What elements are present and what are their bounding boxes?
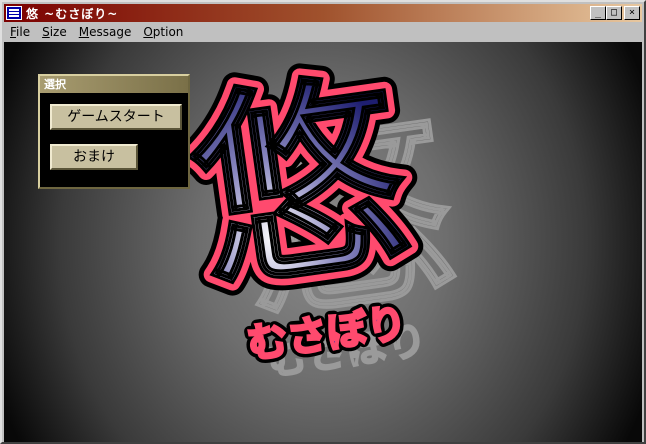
title-bar[interactable]: 悠 ~むさぼり~ _ □ × [4,4,642,22]
menu-bar: File Size Message Option [4,22,642,41]
window-controls: _ □ × [590,6,640,20]
window-title: 悠 ~むさぼり~ [26,6,119,21]
menu-file[interactable]: File [4,25,36,39]
menu-size[interactable]: Size [36,25,73,39]
app-icon[interactable] [6,6,22,20]
menu-message[interactable]: Message [73,25,138,39]
game-canvas: 悠 悠 悠 悠 むさぼり むさぼり むさぼり 選択 ゲームスタート おまけ [4,42,642,442]
maximize-button[interactable]: □ [606,6,622,20]
menu-option[interactable]: Option [137,25,189,39]
panel-title: 選択 [40,76,188,93]
minimize-button[interactable]: _ [590,6,606,20]
selection-panel: 選択 ゲームスタート おまけ [38,74,190,189]
logo-kanji: 悠 [178,47,421,321]
main-window: 悠 ~むさぼり~ _ □ × File Size Message Option … [0,0,646,444]
extras-button[interactable]: おまけ [50,144,138,170]
game-start-button[interactable]: ゲームスタート [50,104,182,130]
close-button[interactable]: × [624,6,640,20]
